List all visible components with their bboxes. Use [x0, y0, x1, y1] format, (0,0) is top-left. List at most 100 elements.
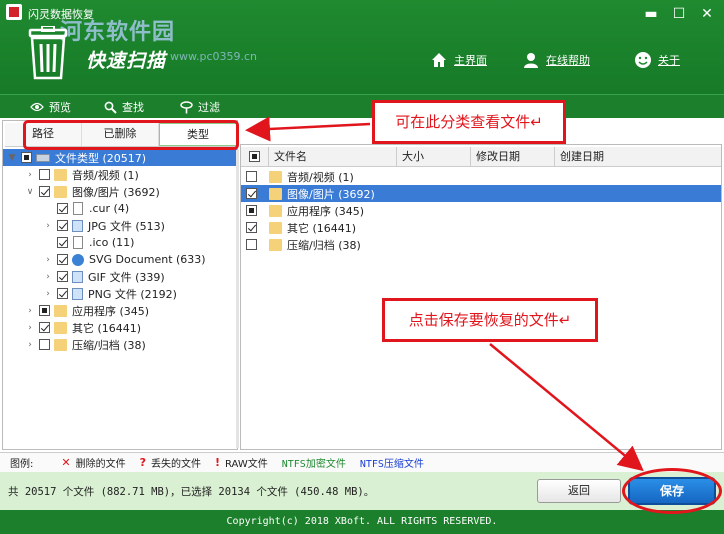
expand-icon[interactable]: › [25, 170, 35, 180]
folder-icon [54, 338, 67, 351]
file-type-tree: ▼ 文件类型 (20517) › 音频/视频 (1) ∨ 图像/图片 (3692) .c… [3, 149, 237, 449]
expand-icon[interactable]: › [25, 306, 35, 316]
expand-icon[interactable]: › [25, 340, 35, 350]
tree-item-label: 音频/视频 (1) [72, 168, 139, 182]
tree-item[interactable]: › 应用程序 (345) [3, 302, 237, 319]
legend-text: NTFS加密文件 [281, 459, 346, 470]
tree-item[interactable]: .cur (4) [3, 200, 237, 217]
column-header-name[interactable]: 文件名 [269, 147, 397, 166]
file-list-header: 文件名 大小 修改日期 创建日期 [241, 147, 721, 167]
tree-item[interactable]: › GIF 文件 (339) [3, 268, 237, 285]
legend-item: ! RAW文件 [215, 455, 268, 470]
close-button[interactable]: ✕ [696, 4, 718, 24]
folder-icon [269, 204, 282, 217]
filter-button[interactable]: 过滤 [180, 98, 220, 116]
table-row[interactable]: 其它 (16441) [241, 219, 721, 236]
legend-bar: 图例: ✕ 删除的文件? 丢失的文件! RAW文件 NTFS加密文件 NTFS压缩文件 [0, 452, 724, 472]
collapse-icon[interactable]: ▼ [7, 153, 17, 163]
search-button[interactable]: 查找 [104, 98, 144, 116]
tree-item-checkbox[interactable] [57, 288, 68, 299]
row-checkbox[interactable] [246, 205, 257, 216]
eye-icon [30, 102, 44, 112]
tree-item-checkbox[interactable] [39, 169, 50, 180]
row-checkbox[interactable] [246, 239, 257, 250]
row-name: 其它 (16441) [287, 221, 357, 235]
smiley-icon [635, 52, 651, 68]
online-help-button[interactable]: 在线帮助 [522, 48, 590, 72]
table-row[interactable]: 应用程序 (345) [241, 202, 721, 219]
expand-icon[interactable]: › [43, 272, 53, 282]
row-name: 压缩/归档 (38) [287, 238, 361, 252]
tree-item[interactable]: › PNG 文件 (2192) [3, 285, 237, 302]
app-logo-icon [6, 4, 22, 20]
preview-label: 预览 [49, 101, 71, 114]
table-row[interactable]: 音频/视频 (1) [241, 168, 721, 185]
column-header-created[interactable]: 创建日期 [555, 147, 721, 166]
tree-item[interactable]: › 音频/视频 (1) [3, 166, 237, 183]
expand-icon[interactable]: › [43, 289, 53, 299]
tree-item-label: .cur (4) [89, 202, 130, 215]
watermark-text: 河东软件园 [60, 20, 176, 45]
tree-root-checkbox[interactable] [21, 152, 32, 163]
row-checkbox[interactable] [246, 222, 257, 233]
tree-item-checkbox[interactable] [57, 220, 68, 231]
status-text: 共 20517 个文件 (882.71 MB)，已选择 20134 个文件 (4… [8, 485, 375, 498]
row-name: 应用程序 (345) [287, 204, 365, 218]
expand-icon[interactable]: › [43, 221, 53, 231]
table-row[interactable]: 图像/图片 (3692) [241, 185, 721, 202]
search-icon [104, 101, 117, 114]
svg-icon [72, 253, 84, 266]
header-bar: 闪灵数据恢复 河东软件园 www.pc0359.cn 快速扫描 ▬ ☐ ✕ 主界… [0, 0, 724, 94]
folder-icon [269, 170, 282, 183]
tree-item[interactable]: › SVG Document (633) [3, 251, 237, 268]
tree-item[interactable]: › 压缩/归档 (38) [3, 336, 237, 353]
folder-icon [269, 221, 282, 234]
minimize-button[interactable]: ▬ [640, 4, 662, 24]
tree-item-checkbox[interactable] [39, 186, 50, 197]
row-checkbox[interactable] [246, 171, 257, 182]
folder-icon [54, 321, 67, 334]
legend-text: 丢失的文件 [150, 459, 201, 470]
expand-icon[interactable]: › [25, 323, 35, 333]
back-button[interactable]: 返回 [537, 479, 621, 503]
select-all-checkbox[interactable] [249, 151, 260, 162]
tree-item-checkbox[interactable] [39, 305, 50, 316]
legend-item: ✕ 删除的文件 [61, 455, 125, 470]
panel-splitter[interactable] [236, 150, 239, 448]
legend-mark-icon: ✕ [61, 456, 71, 469]
table-row[interactable]: 压缩/归档 (38) [241, 236, 721, 253]
file-icon [73, 202, 83, 215]
image-icon [72, 270, 83, 283]
home-icon [432, 53, 446, 67]
preview-button[interactable]: 预览 [30, 98, 71, 116]
tree-item-checkbox[interactable] [39, 339, 50, 350]
tree-item[interactable]: .ico (11) [3, 234, 237, 251]
tree-item-checkbox[interactable] [57, 237, 68, 248]
collapse-icon[interactable]: ∨ [25, 187, 35, 197]
column-header-modified[interactable]: 修改日期 [471, 147, 555, 166]
tree-item[interactable]: › 其它 (16441) [3, 319, 237, 336]
filter-icon [180, 100, 193, 113]
tree-item-checkbox[interactable] [57, 271, 68, 282]
legend-item: NTFS加密文件 [282, 455, 346, 470]
row-checkbox[interactable] [246, 188, 257, 199]
tree-root-row[interactable]: ▼ 文件类型 (20517) [3, 149, 237, 166]
maximize-button[interactable]: ☐ [668, 4, 690, 24]
about-button[interactable]: 关于 [634, 48, 680, 72]
tree-root-label: 文件类型 (20517) [55, 151, 147, 165]
tree-item[interactable]: › JPG 文件 (513) [3, 217, 237, 234]
home-nav-button[interactable]: 主界面 [430, 48, 487, 72]
tree-item[interactable]: ∨ 图像/图片 (3692) [3, 183, 237, 200]
expand-icon[interactable]: › [43, 255, 53, 265]
tree-item-checkbox[interactable] [39, 322, 50, 333]
tree-item-label: 其它 (16441) [72, 321, 142, 335]
image-icon [72, 219, 83, 232]
tree-item-label: SVG Document (633) [89, 253, 206, 266]
tab-hint-arrow [245, 116, 371, 142]
folder-icon [54, 185, 67, 198]
column-header-size[interactable]: 大小 [397, 147, 471, 166]
folder-icon [54, 168, 67, 181]
legend-item: NTFS压缩文件 [360, 455, 424, 470]
tree-item-checkbox[interactable] [57, 203, 68, 214]
tree-item-checkbox[interactable] [57, 254, 68, 265]
